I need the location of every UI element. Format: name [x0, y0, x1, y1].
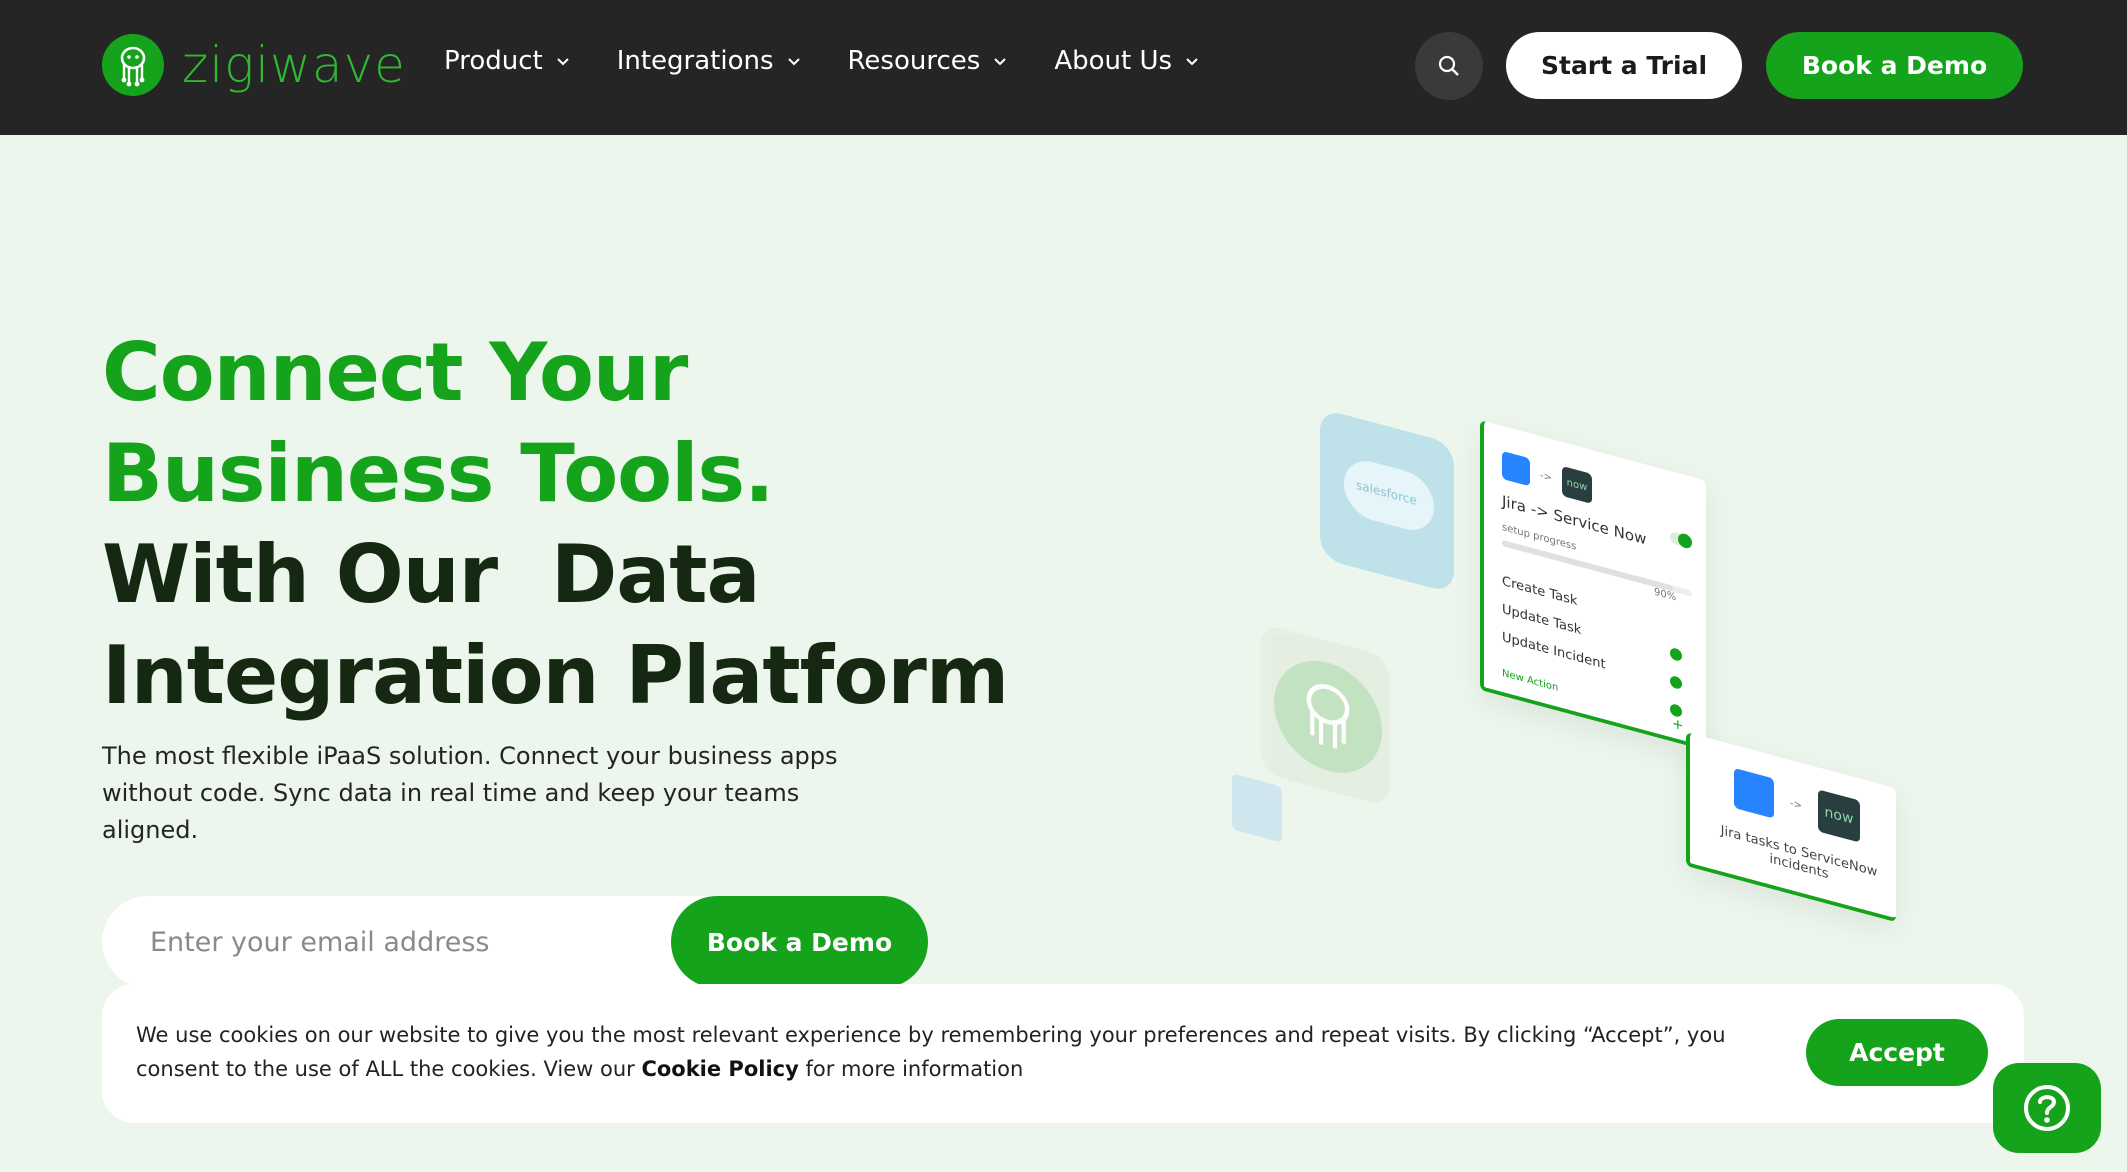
octopus-icon: [1274, 648, 1382, 786]
status-dot: [1670, 646, 1682, 663]
nav-item-resources[interactable]: Resources: [848, 46, 1009, 76]
cookie-text-after: for more information: [798, 1057, 1024, 1081]
book-demo-hero-button[interactable]: Book a Demo: [671, 896, 928, 988]
jira-icon: [1502, 450, 1530, 487]
help-question-icon: [2024, 1085, 2070, 1131]
jira-icon: [1734, 767, 1774, 819]
zigiwave-logo[interactable]: zigiwave: [102, 34, 406, 96]
card-title: Jira -> Service Now: [1502, 491, 1647, 549]
servicenow-icon: now: [1818, 789, 1860, 843]
start-trial-button[interactable]: Start a Trial: [1506, 32, 1742, 99]
nav-item-label: About Us: [1054, 46, 1173, 76]
hero-title-line: Integration Platform: [102, 629, 1009, 722]
arrow-icon: ->: [1540, 469, 1552, 484]
integration-card-small: -> now Jira tasks to ServiceNow incident…: [1686, 732, 1896, 923]
chevron-down-icon: [787, 58, 800, 66]
salesforce-tile: salesforce: [1320, 408, 1454, 594]
help-button[interactable]: [1993, 1063, 2101, 1153]
hero-title-line: Business Tools.: [102, 427, 775, 520]
search-icon: [1438, 55, 1459, 76]
nav-item-label: Product: [444, 46, 543, 76]
action-update-incident: Update Incident: [1502, 629, 1606, 673]
cookie-banner: We use cookies on our website to give yo…: [102, 984, 2024, 1123]
hero-title-line: Connect Your: [102, 326, 688, 419]
integration-card-main: -> now Jira -> Service Now setup progres…: [1480, 420, 1706, 751]
jira-tile-icon: [1232, 773, 1282, 843]
plus-icon: +: [1672, 715, 1684, 735]
book-demo-nav-button[interactable]: Book a Demo: [1766, 32, 2023, 99]
status-dot: [1670, 674, 1682, 691]
zigiwave-tile: [1260, 622, 1390, 808]
octopus-logo-icon: [102, 34, 164, 96]
email-input[interactable]: [150, 896, 710, 988]
servicenow-icon: now: [1562, 465, 1592, 505]
new-action-label: New Action: [1502, 667, 1559, 694]
hero-title: Connect Your Business Tools. With Our Da…: [102, 322, 1009, 726]
top-navbar: zigiwave Product Integrations Resources …: [0, 0, 2127, 135]
email-signup-form: Book a Demo: [102, 896, 928, 988]
nav-item-about-us[interactable]: About Us: [1054, 46, 1200, 76]
hero-title-line: With Our Data: [102, 528, 760, 621]
main-nav: Product Integrations Resources About Us: [444, 46, 1246, 76]
logo-wordmark: zigiwave: [182, 36, 406, 94]
cookie-text: We use cookies on our website to give yo…: [136, 1018, 1776, 1086]
nav-item-label: Integrations: [616, 46, 774, 76]
integration-illustration: salesforce -> now Jira -> Service Now se…: [1232, 408, 1920, 940]
toggle-switch: [1670, 530, 1692, 549]
search-button[interactable]: [1415, 32, 1483, 100]
nav-item-integrations[interactable]: Integrations: [617, 46, 802, 76]
chevron-down-icon: [1186, 58, 1198, 66]
chevron-down-icon: [557, 58, 569, 66]
nav-item-label: Resources: [847, 46, 981, 76]
hero-subtitle: The most flexible iPaaS solution. Connec…: [102, 742, 838, 844]
accept-cookies-button[interactable]: Accept: [1806, 1019, 1988, 1086]
cookie-policy-link[interactable]: Cookie Policy: [641, 1057, 798, 1081]
arrow-icon: ->: [1790, 797, 1802, 812]
chevron-down-icon: [994, 58, 1007, 66]
action-create-task: Create Task: [1502, 573, 1578, 610]
nav-item-product[interactable]: Product: [444, 46, 571, 76]
